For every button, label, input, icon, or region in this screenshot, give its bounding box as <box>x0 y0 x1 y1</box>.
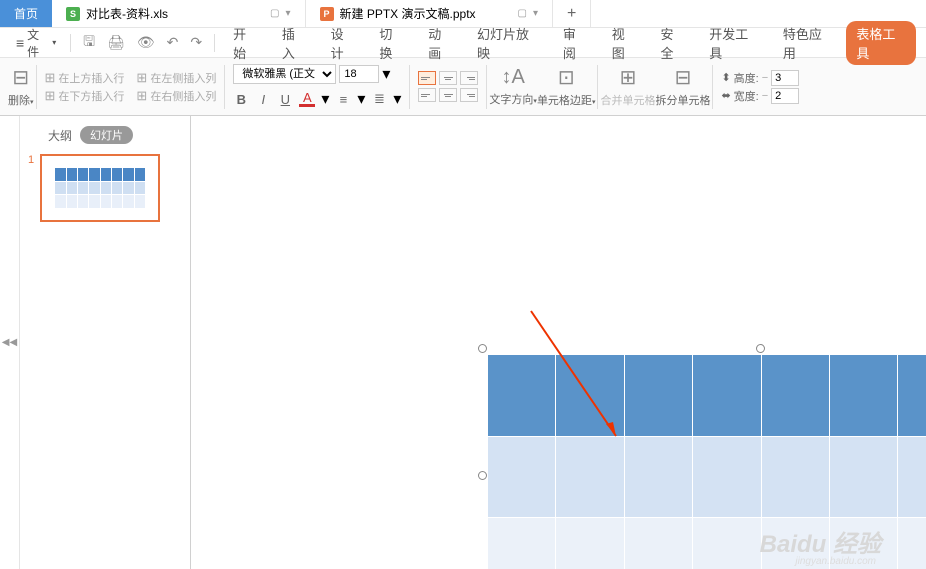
separator <box>486 65 487 109</box>
font-color-button[interactable]: A <box>299 92 315 107</box>
delete-icon: ⊟ <box>12 65 29 90</box>
outline-tab[interactable]: 大纲 <box>48 127 72 144</box>
separator <box>214 34 215 52</box>
row-below-icon: ⊞ <box>45 88 56 104</box>
height-icon: ⬍ <box>721 71 730 84</box>
align-top-left[interactable] <box>418 71 436 85</box>
split-icon: ⊟ <box>675 65 692 90</box>
text-direction-icon: ↕A <box>502 66 525 89</box>
slide-thumbnail-1[interactable] <box>40 154 160 222</box>
ribbon-tab-tabletools[interactable]: 表格工具 <box>846 21 916 65</box>
separator <box>712 65 713 109</box>
font-size-input[interactable] <box>339 65 379 83</box>
ribbon-tab-animation[interactable]: 动画 <box>418 20 463 66</box>
bullet-list-button[interactable]: ≡ <box>335 92 351 107</box>
dropdown-icon[interactable]: ▾ <box>285 8 290 19</box>
separator <box>409 65 410 109</box>
ribbon-tab-view[interactable]: 视图 <box>602 20 647 66</box>
insert-rows-group: ⊞在上方插入行 ⊞在下方插入行 <box>39 70 131 104</box>
insert-col-left[interactable]: ⊞在左侧插入列 <box>136 70 216 86</box>
separator <box>224 65 225 109</box>
cell-margin-button[interactable]: ⊡ 单元格边距▾ <box>537 65 596 108</box>
italic-button[interactable]: I <box>255 92 271 107</box>
text-direction-button[interactable]: ↕A 文字方向▾ <box>489 66 537 107</box>
delete-button[interactable]: ⊟ 删除▾ <box>8 65 34 108</box>
slide-canvas-area[interactable]: ⊞ 一键排版 ✎ 表格美化 <box>190 116 926 569</box>
merge-icon: ⊞ <box>620 65 637 90</box>
separator <box>70 34 71 52</box>
row-above-icon: ⊞ <box>45 70 56 86</box>
file-tab-label: 对比表-资料.xls <box>86 5 168 22</box>
slide-number: 1 <box>28 154 34 222</box>
ribbon-tab-slideshow[interactable]: 幻灯片放映 <box>467 20 549 66</box>
col-right-icon: ⊞ <box>136 88 147 104</box>
ribbon-tab-transition[interactable]: 切换 <box>369 20 414 66</box>
merge-cells-button[interactable]: ⊞ 合并单元格 <box>600 65 655 108</box>
align-top-right[interactable] <box>460 71 478 85</box>
thumbnail-table <box>55 168 145 208</box>
file-menu[interactable]: ≡ 文件 ▾ <box>10 22 62 64</box>
insert-row-above[interactable]: ⊞在上方插入行 <box>45 70 125 86</box>
insert-row-below[interactable]: ⊞在下方插入行 <box>45 88 125 104</box>
chevron-down-icon: ▾ <box>52 38 56 47</box>
save-icon[interactable]: 🖫 <box>79 29 99 57</box>
insert-cols-group: ⊞在左侧插入列 ⊞在右侧插入列 <box>130 70 222 104</box>
dimensions-group: ⬍高度: − ⬌宽度: − <box>715 70 805 104</box>
ribbon-tab-start[interactable]: 开始 <box>223 20 268 66</box>
table-row[interactable] <box>488 437 926 517</box>
toolbar: ⊟ 删除▾ ⊞在上方插入行 ⊞在下方插入行 ⊞在左侧插入列 ⊞在右侧插入列 微软… <box>0 58 926 116</box>
slide-panel: 大纲 幻灯片 1 <box>20 116 190 569</box>
hamburger-icon: ≡ <box>16 35 24 51</box>
preview-icon[interactable]: 👁 <box>133 32 159 53</box>
ribbon-tab-featured[interactable]: 特色应用 <box>773 20 843 66</box>
collapse-sidebar-button[interactable]: ◀◀ <box>0 116 20 569</box>
table-row[interactable] <box>488 355 926 437</box>
height-input[interactable] <box>771 70 799 86</box>
redo-icon[interactable]: ↷ <box>186 32 206 53</box>
excel-icon: S <box>66 7 80 21</box>
align-mid-center[interactable] <box>439 88 457 102</box>
resize-handle-tl[interactable] <box>478 344 487 353</box>
width-icon: ⬌ <box>721 89 730 102</box>
ribbon-tab-security[interactable]: 安全 <box>650 20 695 66</box>
font-family-select[interactable]: 微软雅黑 (正文 <box>233 64 336 84</box>
underline-button[interactable]: U <box>277 92 293 107</box>
alignment-group <box>412 71 484 102</box>
resize-handle-tm[interactable] <box>756 344 765 353</box>
watermark-url: jingyan.baidu.com <box>795 556 876 567</box>
number-list-button[interactable]: ≣ <box>371 91 387 107</box>
ribbon-tab-devtools[interactable]: 开发工具 <box>699 20 769 66</box>
cell-margin-icon: ⊡ <box>558 65 575 90</box>
ribbon-menu: ≡ 文件 ▾ 🖫 🖨 👁 ↶ ↷ 开始 插入 设计 切换 动画 幻灯片放映 审阅… <box>0 28 926 58</box>
separator <box>597 65 598 109</box>
chevron-down-icon[interactable]: ▾ <box>382 64 390 84</box>
separator <box>36 65 37 109</box>
dropdown-icon[interactable]: ▾ <box>533 8 538 19</box>
ribbon-tab-insert[interactable]: 插入 <box>272 20 317 66</box>
split-cells-button[interactable]: ⊟ 拆分单元格 <box>655 65 710 108</box>
slides-tab[interactable]: 幻灯片 <box>80 126 133 144</box>
print-icon[interactable]: 🖨 <box>103 32 129 53</box>
ribbon-tab-review[interactable]: 审阅 <box>553 20 598 66</box>
align-mid-left[interactable] <box>418 88 436 102</box>
resize-handle-ml[interactable] <box>478 471 487 480</box>
align-mid-right[interactable] <box>460 88 478 102</box>
col-left-icon: ⊞ <box>136 70 147 86</box>
main-area: ◀◀ 大纲 幻灯片 1 <box>0 116 926 569</box>
ribbon-tab-design[interactable]: 设计 <box>321 20 366 66</box>
window-icon[interactable]: ▢ <box>270 8 279 19</box>
bold-button[interactable]: B <box>233 92 249 107</box>
insert-col-right[interactable]: ⊞在右侧插入列 <box>136 88 216 104</box>
watermark: Baidu 经验 <box>760 524 881 559</box>
window-icon[interactable]: ▢ <box>518 8 527 19</box>
font-group: 微软雅黑 (正文 ▾ B I U A▾ ≡▾ ≣▾ <box>227 64 407 109</box>
align-top-center[interactable] <box>439 71 457 85</box>
width-input[interactable] <box>771 88 799 104</box>
undo-icon[interactable]: ↶ <box>163 32 183 53</box>
ppt-icon: P <box>320 7 334 21</box>
